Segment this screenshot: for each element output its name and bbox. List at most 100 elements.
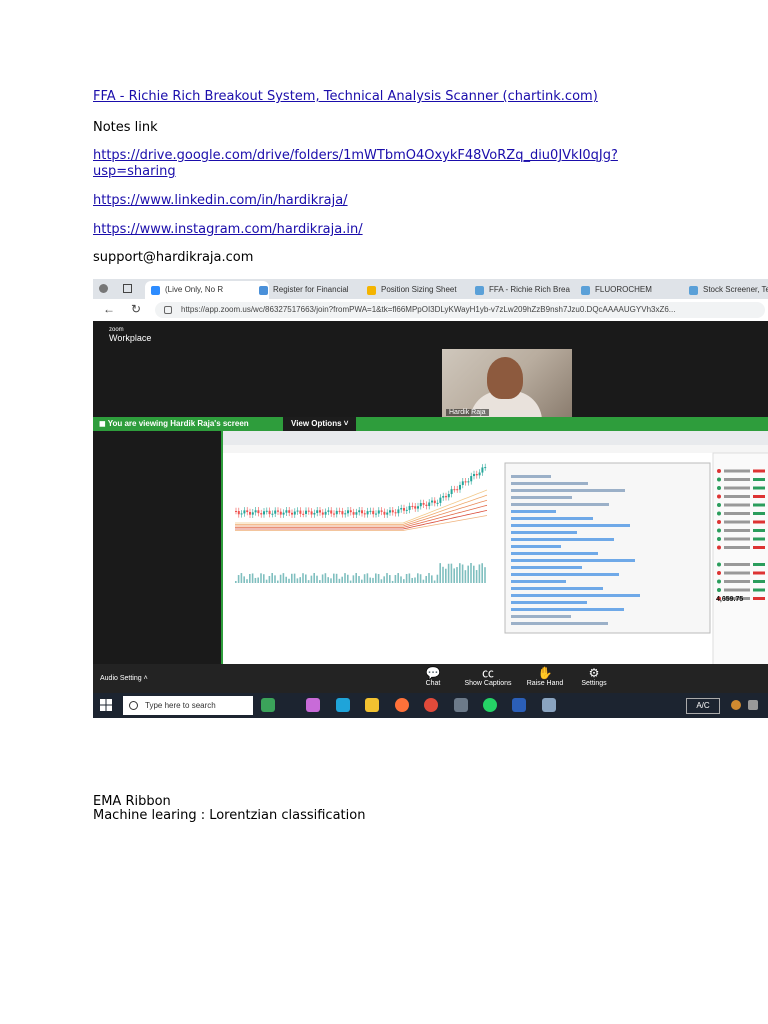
url-field: https://app.zoom.us/wc/86327517663/join?… xyxy=(155,302,765,318)
candle-body xyxy=(408,505,411,510)
candle-body xyxy=(237,511,240,515)
volume-bar xyxy=(279,574,282,583)
candle-body xyxy=(293,511,296,515)
viewing-name: Hardik Raja's screen xyxy=(170,419,249,428)
instagram-link[interactable]: https://www.instagram.com/hardikraja.in/ xyxy=(93,222,363,238)
copilot-icon xyxy=(306,698,320,712)
viewing-prefix: You are viewing xyxy=(107,419,169,428)
code-line xyxy=(511,517,593,520)
volume-bar xyxy=(425,575,427,583)
watchlist-dot xyxy=(717,511,721,516)
volume-bar xyxy=(475,570,478,583)
candle-body xyxy=(403,508,405,511)
volume-bar xyxy=(260,573,262,583)
candle-body xyxy=(282,512,285,515)
code-line xyxy=(511,496,572,499)
viewing-text: ◼ You are viewing Hardik Raja's screen xyxy=(99,417,249,431)
viewing-icon: ◼ xyxy=(99,419,106,428)
volume-bar xyxy=(310,575,313,583)
code-line xyxy=(511,524,630,527)
candle-body xyxy=(414,506,417,509)
candle-body xyxy=(481,467,484,473)
watchlist-change xyxy=(753,512,765,515)
code-line xyxy=(511,475,551,478)
volume-bar xyxy=(316,575,318,583)
watchlist-row xyxy=(724,486,750,490)
volume-bar xyxy=(293,573,296,583)
code-line xyxy=(511,559,635,562)
candle-body xyxy=(411,505,414,507)
watchlist-row xyxy=(724,580,750,583)
candle-body xyxy=(428,502,431,507)
code-line xyxy=(511,566,582,569)
candle-body xyxy=(257,510,260,514)
code-line xyxy=(511,608,624,611)
candle-body xyxy=(240,513,243,515)
candle-body xyxy=(450,489,453,495)
volume-bar xyxy=(285,576,287,583)
zoom-toolbar: Audio Setting ˄ 💬 Chat ㏄ Show Captions ✋ Ra… xyxy=(93,664,768,694)
volume-bar xyxy=(363,574,366,583)
candle-body xyxy=(391,510,394,513)
candle-body xyxy=(475,474,478,476)
code-line xyxy=(511,594,640,597)
drive-link[interactable]: https://drive.google.com/drive/folders/1… xyxy=(93,148,618,180)
code-line xyxy=(511,580,566,583)
candle-body xyxy=(436,502,439,504)
volume-bar xyxy=(344,573,346,583)
note-machine-learning: Machine learing : Lorentzian classificat… xyxy=(93,808,366,823)
volume-bar xyxy=(277,580,279,583)
settings-button: ⚙ Settings xyxy=(569,666,619,687)
volume-bar xyxy=(338,578,341,583)
page-icon xyxy=(259,286,268,295)
candle-body xyxy=(327,510,330,512)
watchlist-row xyxy=(724,571,750,575)
code-line xyxy=(511,573,619,576)
linkedin-link[interactable]: https://www.linkedin.com/in/hardikraja/ xyxy=(93,193,348,209)
profile-icon xyxy=(99,284,108,293)
hand-icon: ✋ xyxy=(537,666,553,680)
site-info-icon xyxy=(164,306,172,314)
tab-label: Stock Screener, Tech xyxy=(703,285,768,294)
browser-address-bar: ← ↻ https://app.zoom.us/wc/86327517663/j… xyxy=(93,299,768,322)
watchlist-row xyxy=(724,563,750,566)
candle-body xyxy=(470,476,473,482)
candle-body xyxy=(321,512,324,515)
volume-bar xyxy=(305,574,307,583)
watchlist-dot xyxy=(717,520,721,524)
volume-bar xyxy=(307,580,310,583)
volume-bar xyxy=(431,575,433,583)
volume-bar xyxy=(386,573,388,583)
volume-bar xyxy=(240,573,243,583)
page-icon xyxy=(581,286,590,295)
volume-bar xyxy=(428,573,430,583)
code-line xyxy=(511,552,598,555)
code-line xyxy=(511,622,608,625)
watchlist-row xyxy=(724,512,750,515)
candle-body xyxy=(285,510,288,513)
watchlist-dot xyxy=(717,503,721,507)
watchlist-row xyxy=(724,495,750,498)
volume-bar xyxy=(403,579,405,583)
ribbon-app-icon xyxy=(261,698,275,712)
tab-actions-icon xyxy=(123,284,132,293)
chartink-link[interactable]: FFA - Richie Rich Breakout System, Techn… xyxy=(93,89,598,105)
camera-video: Hardik Raja xyxy=(442,349,572,421)
watchlist-row xyxy=(724,546,750,549)
candle-body xyxy=(338,510,341,512)
volume-bar xyxy=(436,574,439,583)
volume-bar xyxy=(422,579,425,583)
candle-body xyxy=(478,472,481,476)
volume-bar xyxy=(473,565,475,583)
candle-body xyxy=(383,511,386,515)
volume-bar xyxy=(453,568,455,583)
volume-bar xyxy=(243,576,245,583)
volume-bar xyxy=(383,576,385,583)
volume-bar xyxy=(445,568,447,583)
volume-bar xyxy=(405,573,408,583)
code-line xyxy=(511,615,571,618)
zoom-logo: zoom Workplace xyxy=(109,326,151,343)
candle-body xyxy=(344,513,347,515)
candle-body xyxy=(473,474,475,477)
camera-name-label: Hardik Raja xyxy=(446,409,489,416)
